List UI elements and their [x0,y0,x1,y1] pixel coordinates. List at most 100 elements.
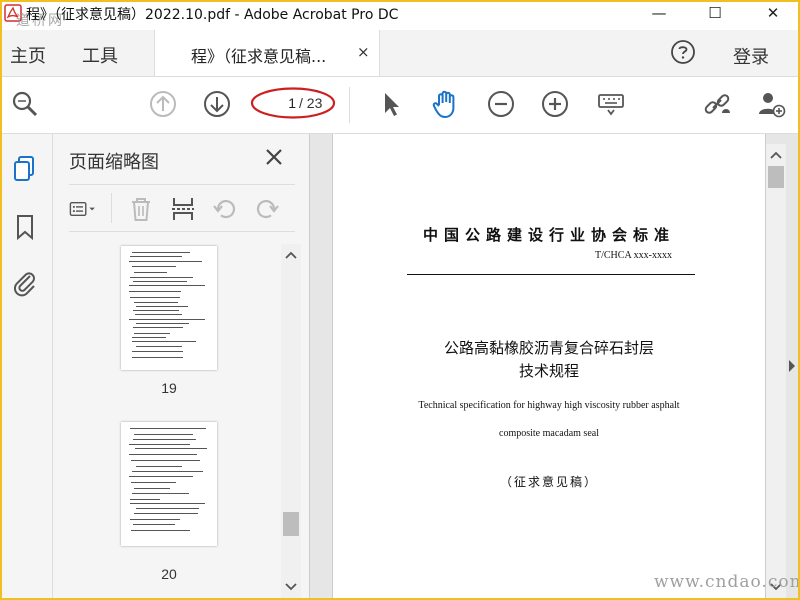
chinese-title-line1: 公路高黏橡胶沥青复合碎石封层 [443,339,654,357]
menu-home[interactable]: 主页 [10,42,46,68]
tools-separator [111,193,112,223]
chinese-title-line2: 技术规程 [518,362,579,380]
thumbnail-text-line [132,471,203,472]
page-highlight-oval [250,87,336,119]
document-scrollbar[interactable] [766,144,786,598]
thumbnail-text-line [129,285,205,286]
menu-tab-bar: 主页 工具 程》（征求意见稿... × 登录 [2,30,798,77]
document-tab-label: 程》（征求意见稿... [191,47,327,66]
thumbnail-text-line [130,503,205,504]
pdf-page: 中国公路建设行业协会标准 T/CHCA xxx-xxxx 公路高黏橡胶沥青复合碎… [332,134,766,598]
login-button[interactable]: 登录 [733,43,769,69]
thumbnail-text-line [131,482,176,483]
select-arrow-icon[interactable] [376,89,406,119]
document-tab[interactable]: 程》（征求意见稿... × [154,30,380,76]
thumbnail-text-line [136,306,188,307]
thumbnail-text-line [130,499,160,500]
right-panel-handle[interactable] [788,354,796,378]
thumbnail-text-line [134,333,170,334]
thumbnail-text-line [132,252,190,253]
thumbnail-text-line [133,439,196,440]
thumbnail-text-line [129,261,202,262]
delete-page-icon[interactable] [127,195,155,223]
thumbnail-text-line [133,327,183,328]
minimize-button[interactable]: — [636,2,682,24]
zoom-in-icon[interactable] [540,89,570,119]
window-title: 程》（征求意见稿）2022.10.pdf - Adobe Acrobat Pro… [26,7,399,23]
english-title-line2: composite macadam seal [499,428,599,439]
toolbar-separator [349,87,350,123]
page-thumbnails-icon[interactable] [10,154,40,184]
search-zoom-icon[interactable] [10,89,40,119]
close-window-button[interactable]: ✕ [750,2,796,24]
add-user-icon[interactable] [756,89,786,119]
page-thumbnail[interactable] [121,422,217,546]
document-tab-close-button[interactable]: × [357,43,370,61]
thumbnail-text-line [135,448,207,449]
thumbnail-text-line [136,466,182,467]
thumbnail-text-line [134,434,193,435]
thumbnail-text-line [132,266,176,267]
thumbnail-page-number: 20 [161,566,177,582]
menu-tools[interactable]: 工具 [82,42,118,68]
thumbnail-text-line [131,530,190,531]
thumbnail-text-line [133,310,179,311]
close-panel-icon[interactable] [263,146,285,168]
document-view: 中国公路建设行业协会标准 T/CHCA xxx-xxxx 公路高黏橡胶沥青复合碎… [310,134,798,598]
standard-title: 中国公路建设行业协会标准 [422,226,675,244]
thumbnail-page-number: 19 [161,380,177,396]
thumbnail-text-line [129,319,205,320]
rotate-left-icon[interactable] [211,195,239,223]
thumbnail-text-line [134,302,178,303]
thumbnail-text-line [129,291,181,292]
thumbnail-text-line [134,513,198,514]
thumbnail-text-line [136,346,182,347]
thumbnail-scrollbar[interactable] [281,244,301,598]
thumbnail-text-line [133,524,175,525]
hand-tool-icon[interactable] [430,89,460,119]
maximize-button[interactable]: ☐ [692,2,738,24]
bookmarks-icon[interactable] [10,212,40,242]
thumbnail-text-line [132,493,189,494]
thumbnail-text-line [130,277,193,278]
title-rule [407,274,695,275]
main-toolbar: / 23 [2,77,798,134]
acrobat-window: 道桥网 程》（征求意见稿）2022.10.pdf - Adobe Acrobat… [2,2,798,598]
watermark-bottom: www.cndao.com [654,572,798,592]
extract-page-icon[interactable] [169,195,197,223]
zoom-out-icon[interactable] [486,89,516,119]
thumbnail-text-line [132,351,183,352]
thumbnail-text-line [135,314,182,315]
thumbnail-text-line [129,476,193,477]
page-down-icon[interactable] [202,89,232,119]
thumbnail-text-line [130,428,206,429]
rotate-right-icon[interactable] [253,195,281,223]
attachments-icon[interactable] [10,268,40,298]
left-navigation-rail [2,134,53,598]
share-link-icon[interactable] [702,89,732,119]
page-up-icon[interactable] [148,89,178,119]
keyboard-icon[interactable] [596,89,626,119]
thumbnail-list: 19 20 [69,244,277,598]
thumbnail-text-line [130,297,180,298]
thumbnail-text-line [131,460,200,461]
thumbnail-text-line [130,256,182,257]
thumbnail-text-line [130,519,180,520]
thumbnails-panel: 页面缩略图 19 20 [53,134,310,598]
options-menu-icon[interactable] [69,195,97,223]
thumbnail-text-line [134,488,170,489]
draft-label: （征求意见稿） [499,475,598,489]
thumbnail-text-line [133,281,187,282]
panel-title: 页面缩略图 [69,152,159,173]
thumbnail-text-line [134,272,167,273]
help-icon[interactable] [670,39,696,65]
thumbnail-text-line [132,337,166,338]
thumbnail-text-line [129,454,197,455]
thumbnail-text-line [136,508,199,509]
thumbnail-text-line [136,323,189,324]
thumbnail-tools [69,184,295,232]
page-thumbnail[interactable] [121,246,217,370]
thumbnail-text-line [129,444,190,445]
thumbnail-text-line [132,341,196,342]
thumbnail-text-line [132,357,183,358]
